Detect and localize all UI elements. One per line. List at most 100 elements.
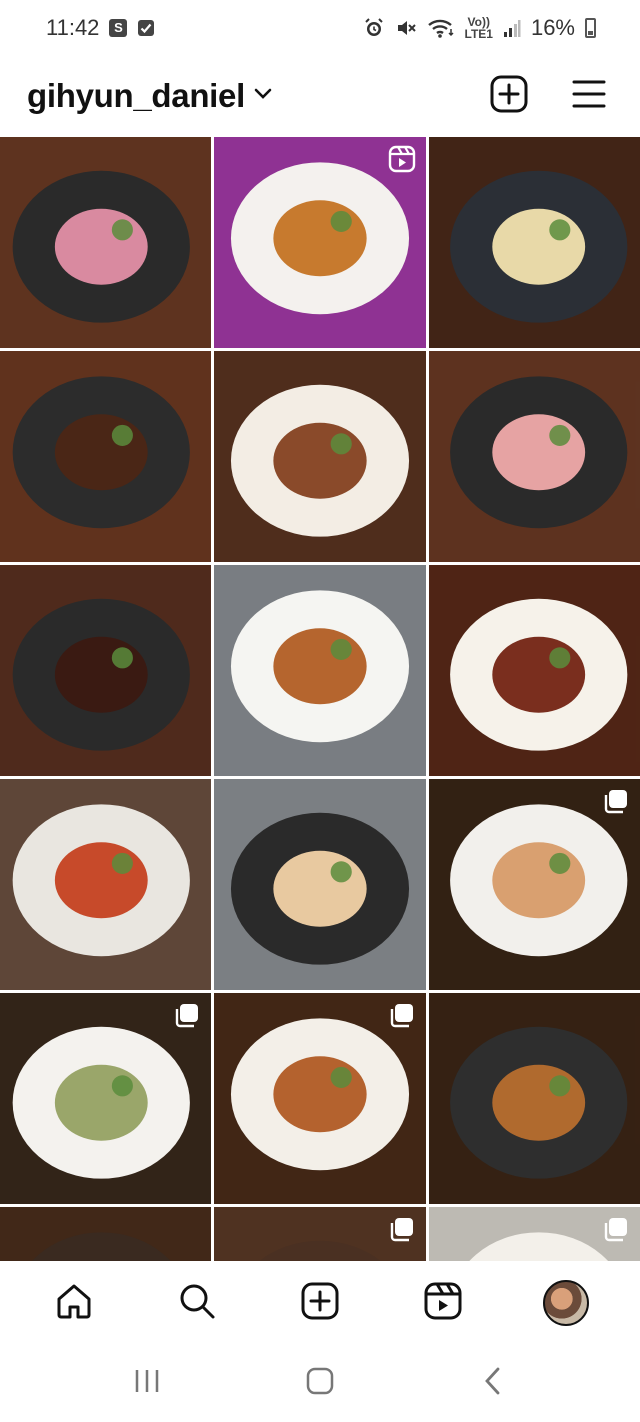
- food-item: [492, 842, 586, 919]
- food-item: [492, 414, 586, 491]
- posts-grid: [0, 137, 640, 1261]
- post-thumbnail[interactable]: [0, 1207, 211, 1261]
- menu-icon[interactable]: [572, 79, 606, 114]
- food-item: [273, 200, 367, 277]
- food-item: [273, 1056, 367, 1133]
- carousel-icon: [602, 1215, 630, 1248]
- battery-percent: 16%: [530, 15, 575, 40]
- home-tab[interactable]: [42, 1271, 106, 1335]
- garnish: [549, 424, 571, 446]
- carousel-icon: [173, 1001, 201, 1034]
- carousel-icon: [388, 1215, 416, 1248]
- post-thumbnail[interactable]: [429, 779, 640, 990]
- back-icon[interactable]: [478, 1366, 508, 1401]
- food-item: [273, 628, 367, 705]
- post-thumbnail[interactable]: [0, 993, 211, 1204]
- food-photo: [214, 351, 426, 562]
- post-thumbnail[interactable]: [0, 351, 211, 562]
- chevron-down-icon: [253, 87, 273, 106]
- header-actions: [490, 75, 606, 118]
- post-thumbnail[interactable]: [214, 1207, 426, 1261]
- username: gihyun_daniel: [27, 77, 245, 114]
- garnish: [330, 210, 352, 232]
- post-thumbnail[interactable]: [0, 137, 211, 348]
- post-thumbnail[interactable]: [0, 565, 211, 776]
- recent-apps-icon[interactable]: [132, 1366, 162, 1401]
- food-item: [273, 850, 367, 927]
- post-thumbnail[interactable]: [429, 351, 640, 562]
- food-item: [54, 414, 148, 491]
- s-app-icon: S: [109, 19, 128, 37]
- garnish: [111, 647, 133, 669]
- carousel-icon: [388, 1001, 416, 1034]
- food-photo: [0, 1207, 211, 1261]
- post-thumbnail[interactable]: [429, 565, 640, 776]
- garnish: [330, 1066, 352, 1088]
- post-thumbnail[interactable]: [429, 137, 640, 348]
- post-thumbnail[interactable]: [214, 993, 426, 1204]
- food-photo: [429, 137, 640, 348]
- garnish: [330, 638, 352, 660]
- food-photo: [214, 779, 426, 990]
- garnish: [549, 647, 571, 669]
- food-item: [492, 208, 586, 285]
- garnish: [111, 424, 133, 446]
- garnish: [330, 861, 352, 883]
- post-thumbnail[interactable]: [429, 993, 640, 1204]
- post-thumbnail[interactable]: [214, 137, 426, 348]
- mute-icon: [395, 17, 417, 39]
- create-post-icon[interactable]: [490, 75, 528, 118]
- garnish: [549, 852, 571, 874]
- garnish: [549, 219, 571, 241]
- account-switcher[interactable]: gihyun_daniel: [27, 77, 273, 115]
- clock: 11:42: [46, 15, 100, 40]
- create-tab[interactable]: [288, 1271, 352, 1335]
- reels-tab[interactable]: [411, 1271, 475, 1335]
- profile-header: gihyun_daniel: [0, 56, 640, 136]
- food-item: [492, 636, 586, 713]
- wifi-icon: [427, 17, 455, 39]
- post-thumbnail[interactable]: [214, 351, 426, 562]
- post-thumbnail[interactable]: [214, 565, 426, 776]
- profile-tab[interactable]: [534, 1271, 598, 1335]
- create-icon: [300, 1281, 340, 1326]
- carousel-icon: [602, 787, 630, 820]
- food-photo: [429, 351, 640, 562]
- food-photo: [0, 565, 211, 776]
- post-thumbnail[interactable]: [429, 1207, 640, 1261]
- reels-icon: [423, 1281, 463, 1326]
- garnish: [549, 1075, 571, 1097]
- food-item: [492, 1064, 586, 1141]
- garnish: [111, 852, 133, 874]
- home-icon: [54, 1281, 94, 1326]
- signal-icon: [503, 18, 521, 38]
- food-item: [54, 636, 148, 713]
- home-button-icon[interactable]: [305, 1366, 335, 1401]
- food-photo: [429, 565, 640, 776]
- search-tab[interactable]: [165, 1271, 229, 1335]
- bottom-nav: [0, 1262, 640, 1344]
- status-bar: 11:42 S Vo)) LTE1 16%: [0, 0, 640, 56]
- profile-avatar: [543, 1280, 590, 1326]
- status-left: 11:42 S: [46, 15, 155, 41]
- food-photo: [214, 565, 426, 776]
- post-thumbnail[interactable]: [0, 779, 211, 990]
- food-item: [54, 208, 148, 285]
- garnish: [111, 219, 133, 241]
- volte-icon: Vo)) LTE1: [464, 15, 493, 41]
- food-item: [273, 422, 367, 499]
- garnish: [330, 433, 352, 455]
- post-thumbnail[interactable]: [214, 779, 426, 990]
- food-item: [54, 842, 148, 919]
- status-right: Vo)) LTE1 16%: [363, 15, 596, 41]
- search-icon: [177, 1281, 217, 1326]
- system-nav: [0, 1344, 640, 1422]
- food-photo: [429, 993, 640, 1204]
- food-photo: [0, 779, 211, 990]
- battery-icon: [585, 18, 596, 38]
- food-photo: [0, 137, 211, 348]
- alarm-icon: [363, 17, 385, 39]
- checkbox-notification-icon: [137, 19, 155, 37]
- food-photo: [0, 351, 211, 562]
- reel-icon: [388, 145, 416, 178]
